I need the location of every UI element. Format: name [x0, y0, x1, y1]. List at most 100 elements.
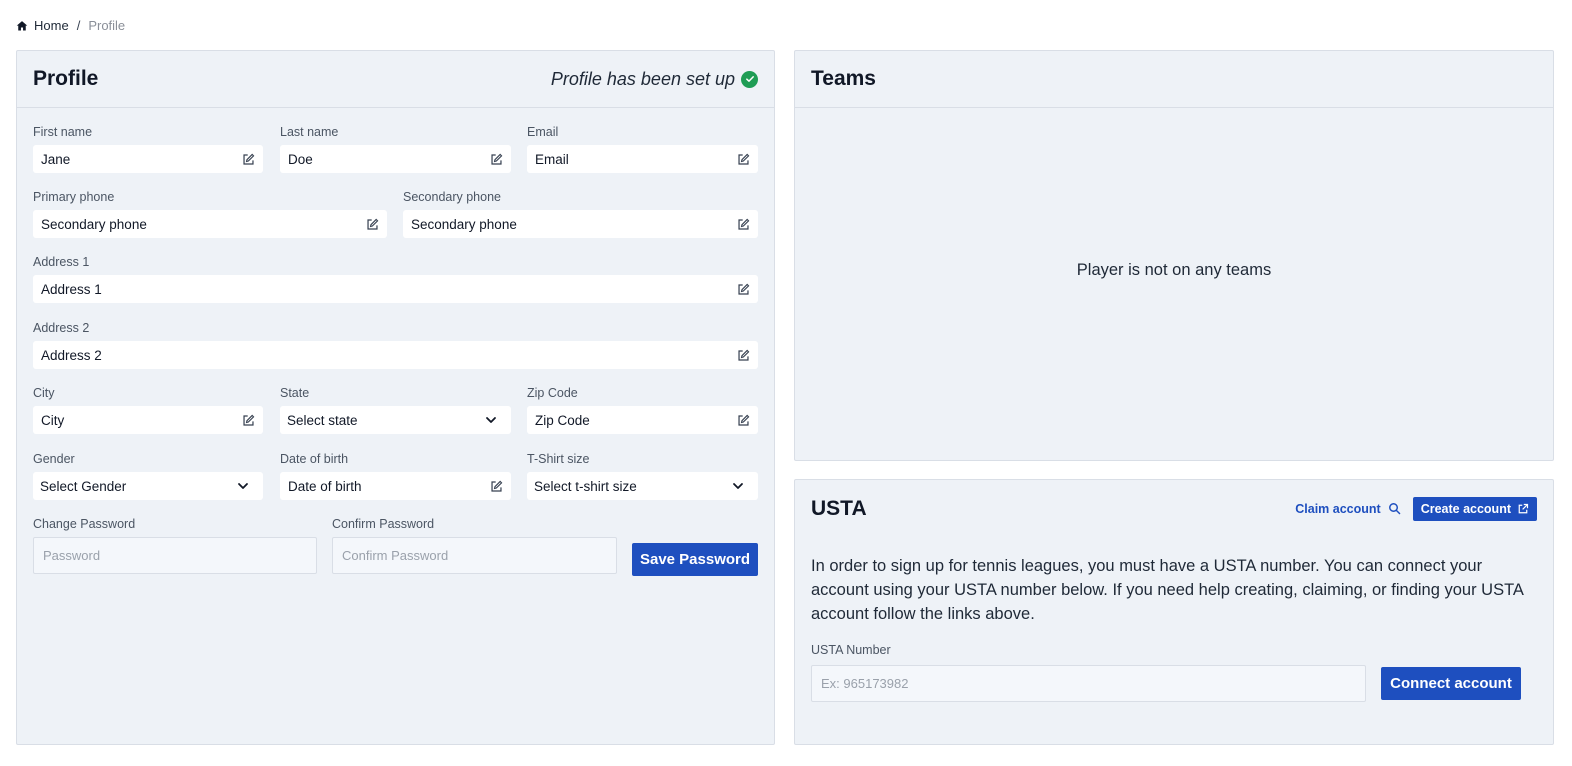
- search-icon: [1388, 503, 1400, 515]
- address1-value: Address 1: [41, 281, 102, 297]
- address2-field: Address 2 Address 2: [33, 321, 758, 369]
- address1-input[interactable]: Address 1: [33, 275, 758, 303]
- claim-account-label: Claim account: [1295, 501, 1381, 516]
- usta-actions: Claim account Create account: [1295, 496, 1537, 521]
- edit-icon[interactable]: [490, 153, 503, 166]
- gender-label: Gender: [33, 452, 75, 466]
- chevron-down-icon: [486, 417, 496, 423]
- chevron-down-icon: [238, 483, 248, 489]
- edit-icon[interactable]: [737, 283, 750, 296]
- tshirt-select[interactable]: Select t-shirt size: [527, 472, 758, 500]
- claim-account-link[interactable]: Claim account: [1295, 502, 1400, 516]
- dob-label: Date of birth: [280, 452, 349, 466]
- confirm-password-field: Confirm Password Confirm Password: [332, 517, 617, 574]
- zip-value: Zip Code: [535, 412, 590, 428]
- change-password-placeholder: Password: [43, 548, 101, 563]
- confirm-password-label: Confirm Password: [332, 517, 435, 531]
- email-value: Email: [535, 151, 569, 167]
- edit-icon[interactable]: [366, 218, 379, 231]
- address1-field: Address 1 Address 1: [33, 255, 758, 303]
- usta-number-placeholder: Ex: 965173982: [821, 676, 909, 691]
- chevron-down-icon: [733, 483, 743, 489]
- create-account-button[interactable]: Create account: [1412, 496, 1537, 521]
- state-label: State: [280, 386, 310, 400]
- zip-label: Zip Code: [527, 386, 578, 400]
- city-field: City City: [33, 386, 263, 434]
- zip-field: Zip Code Zip Code: [527, 386, 758, 434]
- secondary-phone-value: Secondary phone: [411, 216, 517, 232]
- email-field: Email Email: [527, 125, 758, 173]
- usta-number-input[interactable]: Ex: 965173982: [811, 665, 1366, 702]
- last-name-input[interactable]: Doe: [280, 145, 511, 173]
- first-name-field: First name Jane: [33, 125, 263, 173]
- dob-input[interactable]: Date of birth: [280, 472, 511, 500]
- tshirt-field: T-Shirt size Select t-shirt size: [527, 452, 758, 500]
- confirm-password-input[interactable]: Confirm Password: [332, 537, 617, 574]
- last-name-label: Last name: [280, 125, 339, 139]
- gender-select[interactable]: Select Gender: [33, 472, 263, 500]
- profile-title: Profile: [33, 67, 99, 90]
- city-value: City: [41, 412, 65, 428]
- profile-card: Profile Profile has been set up First na…: [16, 50, 775, 745]
- change-password-label: Change Password: [33, 517, 136, 531]
- edit-icon[interactable]: [737, 414, 750, 427]
- edit-icon[interactable]: [490, 480, 503, 493]
- teams-title: Teams: [811, 67, 876, 90]
- state-field: State Select state: [280, 386, 511, 434]
- city-input[interactable]: City: [33, 406, 263, 434]
- teams-card: Teams Player is not on any teams: [794, 50, 1554, 461]
- state-select[interactable]: Select state: [280, 406, 511, 434]
- last-name-field: Last name Doe: [280, 125, 511, 173]
- usta-header: USTA Claim account Create account: [795, 480, 1553, 537]
- primary-phone-field: Primary phone Secondary phone: [33, 190, 387, 238]
- address1-label: Address 1: [33, 255, 90, 269]
- edit-icon[interactable]: [737, 218, 750, 231]
- address2-input[interactable]: Address 2: [33, 341, 758, 369]
- breadcrumb-current: Profile: [88, 18, 126, 33]
- external-link-icon: [1518, 503, 1529, 513]
- email-label: Email: [527, 125, 559, 139]
- tshirt-value: Select t-shirt size: [534, 478, 637, 494]
- breadcrumb: Home / Profile: [16, 18, 125, 33]
- check-circle-icon: [741, 70, 758, 88]
- create-account-label: Create account: [1420, 501, 1511, 516]
- profile-header: Profile Profile has been set up: [17, 51, 774, 108]
- usta-number-label: USTA Number: [811, 643, 891, 657]
- edit-icon[interactable]: [242, 414, 255, 427]
- primary-phone-label: Primary phone: [33, 190, 115, 204]
- dob-value: Date of birth: [288, 478, 362, 494]
- address2-label: Address 2: [33, 321, 90, 335]
- gender-field: Gender Select Gender: [33, 452, 263, 500]
- save-password-button[interactable]: Save Password: [632, 543, 758, 576]
- last-name-value: Doe: [288, 151, 313, 167]
- email-input[interactable]: Email: [527, 145, 758, 173]
- connect-account-button[interactable]: Connect account: [1381, 667, 1521, 700]
- secondary-phone-field: Secondary phone Secondary phone: [403, 190, 758, 238]
- gender-value: Select Gender: [40, 478, 127, 494]
- zip-input[interactable]: Zip Code: [527, 406, 758, 434]
- first-name-input[interactable]: Jane: [33, 145, 263, 173]
- primary-phone-value: Secondary phone: [41, 216, 147, 232]
- teams-empty-message: Player is not on any teams: [1076, 261, 1272, 279]
- profile-status-text: Profile has been set up: [550, 68, 735, 89]
- first-name-value: Jane: [41, 151, 71, 167]
- edit-icon[interactable]: [737, 349, 750, 362]
- city-label: City: [33, 386, 55, 400]
- usta-description: In order to sign up for tennis leagues, …: [811, 557, 1524, 623]
- edit-icon[interactable]: [242, 153, 255, 166]
- secondary-phone-input[interactable]: Secondary phone: [403, 210, 758, 238]
- first-name-label: First name: [33, 125, 93, 139]
- breadcrumb-home-link[interactable]: Home: [34, 18, 69, 33]
- state-value: Select state: [287, 412, 358, 428]
- confirm-password-placeholder: Confirm Password: [342, 548, 449, 563]
- usta-title: USTA: [811, 496, 867, 520]
- secondary-phone-label: Secondary phone: [403, 190, 501, 204]
- change-password-input[interactable]: Password: [33, 537, 317, 574]
- breadcrumb-separator: /: [76, 18, 81, 33]
- home-icon: [16, 20, 28, 30]
- edit-icon[interactable]: [737, 153, 750, 166]
- change-password-field: Change Password Password: [33, 517, 317, 574]
- primary-phone-input[interactable]: Secondary phone: [33, 210, 387, 238]
- address2-value: Address 2: [41, 347, 102, 363]
- dob-field: Date of birth Date of birth: [280, 452, 511, 500]
